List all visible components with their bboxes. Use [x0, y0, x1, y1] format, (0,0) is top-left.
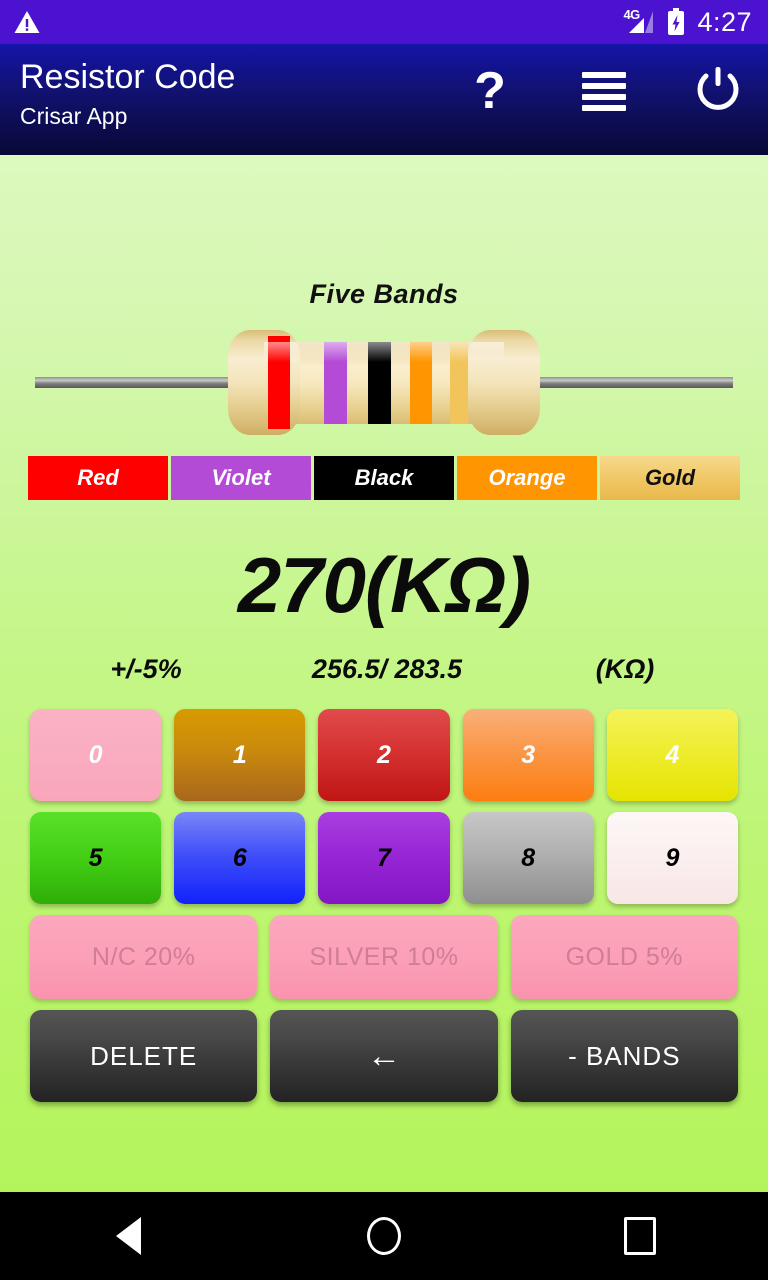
band-chip-orange[interactable]: Orange [457, 456, 597, 500]
warning-triangle-icon [14, 11, 40, 33]
band-chip-red[interactable]: Red [28, 456, 168, 500]
back-triangle-icon [115, 1217, 141, 1255]
status-bar-left [0, 10, 40, 34]
battery-charging-icon [668, 8, 685, 35]
home-circle-icon [367, 1217, 401, 1255]
resistor-band-violet [324, 342, 347, 424]
band-chip-violet[interactable]: Violet [171, 456, 311, 500]
action-key-back-arrow[interactable]: ← [270, 1010, 498, 1102]
resistor-body [228, 330, 540, 435]
nav-back-button[interactable] [0, 1217, 256, 1255]
signal-4g-icon: 4G [623, 8, 655, 36]
menu-button[interactable] [576, 62, 632, 120]
page-subtitle: Crisar App [20, 103, 128, 129]
digit-key-1[interactable]: 1 [174, 709, 306, 801]
band-chip-black[interactable]: Black [314, 456, 454, 500]
digit-key-6[interactable]: 6 [174, 812, 306, 904]
power-icon [697, 67, 739, 110]
page-title: Resistor Code [20, 58, 236, 96]
resistor-illustration [0, 322, 768, 442]
band-count-heading: Five Bands [309, 279, 459, 309]
resistor-cap-right [468, 330, 540, 435]
digit-row-1: 56789 [30, 812, 739, 904]
main-content: Five Bands Red Violet Black Orange Gold 270(… [0, 155, 768, 1192]
digit-key-9[interactable]: 9 [606, 812, 739, 904]
resistor-band-orange [410, 342, 432, 424]
digit-key-2[interactable]: 2 [318, 709, 450, 801]
band-chip-gold[interactable]: Gold [600, 456, 740, 500]
resistor-band-gold [450, 342, 468, 424]
digit-key-3[interactable]: 3 [462, 709, 594, 801]
band-color-chips: Red Violet Black Orange Gold [28, 456, 740, 500]
action-key-delete[interactable]: DELETE [30, 1010, 258, 1102]
resistor-lead-right [533, 377, 733, 388]
nav-recents-button[interactable] [512, 1217, 768, 1255]
digit-key-0[interactable]: 0 [30, 709, 162, 801]
action-key-bands[interactable]: - BANDS [510, 1010, 738, 1102]
status-bar-right: 4G 4:27 [623, 8, 768, 36]
digit-key-4[interactable]: 4 [606, 709, 739, 801]
digit-key-8[interactable]: 8 [462, 812, 594, 904]
app-bar-titles: Resistor Code Crisar App [0, 44, 235, 155]
nav-home-button[interactable] [256, 1217, 512, 1255]
resistor-lead-left [35, 377, 235, 388]
recents-square-icon [624, 1217, 656, 1255]
android-nav-bar [0, 1192, 768, 1280]
resistance-unit: (KΩ) [595, 654, 655, 684]
resistance-range: 256.5/ 283.5 [311, 654, 463, 684]
resistor-band-red [268, 336, 290, 429]
tolerance-key-n-c-20[interactable]: N/C 20% [30, 915, 258, 999]
tolerance-key-gold-5[interactable]: GOLD 5% [510, 915, 738, 999]
tolerance-key-silver-10[interactable]: SILVER 10% [270, 915, 498, 999]
status-bar: 4G 4:27 [0, 0, 768, 44]
app-bar-actions: ? [462, 44, 768, 155]
resistance-value: 270(KΩ) [237, 541, 531, 629]
tolerance-percent: +/-5% [110, 654, 182, 684]
action-button-row: DELETE ← - BANDS [30, 1010, 738, 1102]
status-bar-clock: 4:27 [697, 6, 752, 37]
digit-key-7[interactable]: 7 [318, 812, 450, 904]
digit-key-5[interactable]: 5 [30, 812, 162, 904]
tolerance-button-row: N/C 20% SILVER 10% GOLD 5% [30, 915, 738, 999]
hamburger-menu-icon [582, 71, 626, 111]
question-mark-icon: ? [474, 62, 506, 120]
app-bar: Resistor Code Crisar App ? [0, 44, 768, 155]
digit-row-0: 01234 [30, 709, 739, 801]
tolerance-row: +/-5% 256.5/ 283.5 (KΩ) [0, 654, 768, 685]
app-root: 4G 4:27 Resistor Code Crisar App ? Five … [0, 0, 768, 1280]
power-button[interactable] [690, 62, 746, 120]
keypad: 01234 56789 N/C 20% SILVER 10% GOLD 5% DEL… [0, 709, 768, 1102]
resistor-band-black [368, 342, 391, 424]
help-button[interactable]: ? [462, 62, 518, 120]
